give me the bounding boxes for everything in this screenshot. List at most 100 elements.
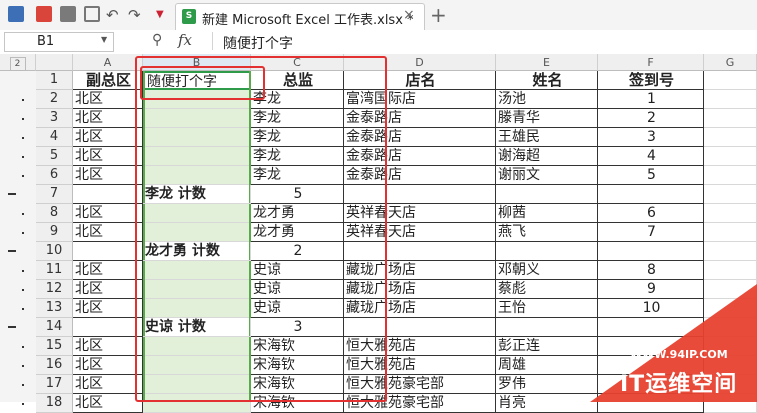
formula-input[interactable]: 随便打个字 xyxy=(212,32,753,52)
cell-empty[interactable] xyxy=(704,147,757,166)
row-header[interactable]: 18 xyxy=(36,394,73,413)
column-header-G[interactable]: G xyxy=(704,54,757,71)
cell-a[interactable]: 北区 xyxy=(73,356,143,375)
collapse-group-button[interactable] xyxy=(8,193,16,195)
cell-f[interactable]: 8 xyxy=(598,261,704,280)
cell-e[interactable]: 王雄民 xyxy=(496,128,598,147)
row-header[interactable]: 9 xyxy=(36,223,73,242)
cell-a[interactable]: 北区 xyxy=(73,280,143,299)
cell-e[interactable] xyxy=(496,185,598,204)
header-cell-a[interactable]: 副总区 xyxy=(73,71,143,90)
more-dropdown-icon[interactable]: ▼ xyxy=(156,9,172,25)
name-box[interactable]: B1 ▼ xyxy=(4,32,114,52)
cell-a[interactable] xyxy=(73,318,143,337)
cell-empty[interactable] xyxy=(704,166,757,185)
cell-b[interactable]: 李龙 计数 xyxy=(143,185,251,204)
header-cell-f[interactable]: 签到号 xyxy=(598,71,704,90)
new-tab-icon[interactable]: + xyxy=(430,3,447,27)
row-header[interactable]: 3 xyxy=(36,109,73,128)
watermark-brand: IT运维空间 xyxy=(620,372,738,397)
cell-e[interactable]: 柳茜 xyxy=(496,204,598,223)
close-tab-icon[interactable]: × xyxy=(403,7,415,23)
row-header[interactable]: 10 xyxy=(36,242,73,261)
search-icon[interactable]: ⚲ xyxy=(152,32,162,48)
cell-b[interactable]: 龙才勇 计数 xyxy=(143,242,251,261)
cell-a[interactable]: 北区 xyxy=(73,109,143,128)
row-header[interactable]: 4 xyxy=(36,128,73,147)
cell-empty[interactable] xyxy=(704,109,757,128)
cell-a[interactable]: 北区 xyxy=(73,261,143,280)
print-preview-icon[interactable] xyxy=(84,6,100,22)
column-header-F[interactable]: F xyxy=(598,54,704,71)
collapse-group-button[interactable] xyxy=(8,250,16,252)
cell-empty[interactable] xyxy=(704,128,757,147)
tab-workbook[interactable]: S 新建 Microsoft Excel 工作表.xlsx * × xyxy=(175,3,425,30)
save-icon[interactable] xyxy=(8,6,24,22)
row-header[interactable]: 12 xyxy=(36,280,73,299)
cell-f[interactable]: 3 xyxy=(598,128,704,147)
cell-a[interactable]: 北区 xyxy=(73,337,143,356)
cell-a[interactable]: 北区 xyxy=(73,223,143,242)
cell-a[interactable]: 北区 xyxy=(73,90,143,109)
cell-a[interactable]: 北区 xyxy=(73,147,143,166)
fx-icon[interactable]: fx xyxy=(178,31,192,49)
row-header[interactable]: 13 xyxy=(36,299,73,318)
cell-empty[interactable] xyxy=(704,242,757,261)
cell-a[interactable]: 北区 xyxy=(73,128,143,147)
cell-f[interactable]: 2 xyxy=(598,109,704,128)
cell-empty[interactable] xyxy=(704,261,757,280)
row-header[interactable]: 5 xyxy=(36,147,73,166)
outline-dot xyxy=(22,175,24,177)
row-header[interactable]: 11 xyxy=(36,261,73,280)
row-header[interactable]: 2 xyxy=(36,90,73,109)
cell-e[interactable]: 燕飞 xyxy=(496,223,598,242)
header-cell-e[interactable]: 姓名 xyxy=(496,71,598,90)
cell-a[interactable]: 北区 xyxy=(73,375,143,394)
select-all-corner[interactable] xyxy=(36,54,73,71)
cell-a[interactable]: 北区 xyxy=(73,299,143,318)
print-icon[interactable] xyxy=(60,6,76,22)
row-header[interactable]: 15 xyxy=(36,337,73,356)
cell-a[interactable] xyxy=(73,242,143,261)
cell-empty[interactable] xyxy=(704,204,757,223)
row-header[interactable]: 17 xyxy=(36,375,73,394)
cell-a[interactable]: 北区 xyxy=(73,204,143,223)
cell-a[interactable]: 北区 xyxy=(73,166,143,185)
cell-f[interactable]: 5 xyxy=(598,166,704,185)
cell-e[interactable]: 汤池 xyxy=(496,90,598,109)
row-header[interactable]: 16 xyxy=(36,356,73,375)
cell-f[interactable]: 4 xyxy=(598,147,704,166)
watermark-url: WWW.94IP.COM xyxy=(630,348,728,361)
cell-f[interactable] xyxy=(598,185,704,204)
outline-level-2-button[interactable]: 2 xyxy=(9,57,26,71)
row-header[interactable]: 6 xyxy=(36,166,73,185)
cell-e[interactable] xyxy=(496,242,598,261)
collapse-group-button[interactable] xyxy=(8,326,16,328)
cell-empty[interactable] xyxy=(704,185,757,204)
chevron-down-icon[interactable]: ▼ xyxy=(101,35,107,44)
row-header[interactable]: 1 xyxy=(36,71,73,90)
cell-e[interactable]: 谢海超 xyxy=(496,147,598,166)
cell-e[interactable]: 谢丽文 xyxy=(496,166,598,185)
cell-f[interactable]: 6 xyxy=(598,204,704,223)
cell-empty[interactable] xyxy=(704,90,757,109)
cell-a[interactable]: 北区 xyxy=(73,394,143,413)
cell-e[interactable]: 邓朝义 xyxy=(496,261,598,280)
export-pdf-icon[interactable] xyxy=(36,6,52,22)
row-header[interactable]: 14 xyxy=(36,318,73,337)
cell-f[interactable] xyxy=(598,242,704,261)
cell-empty[interactable] xyxy=(704,71,757,90)
row-header[interactable]: 7 xyxy=(36,185,73,204)
cell-empty[interactable] xyxy=(704,223,757,242)
cell-a[interactable] xyxy=(73,185,143,204)
cell-f[interactable]: 7 xyxy=(598,223,704,242)
column-header-A[interactable]: A xyxy=(73,54,143,71)
redo-icon[interactable]: ↷ xyxy=(128,6,144,24)
cell-b[interactable]: 史谅 计数 xyxy=(143,318,251,337)
row-header[interactable]: 8 xyxy=(36,204,73,223)
column-header-E[interactable]: E xyxy=(496,54,598,71)
outline-dot xyxy=(22,365,24,367)
undo-icon[interactable]: ↶ xyxy=(106,6,122,24)
cell-e[interactable]: 滕青华 xyxy=(496,109,598,128)
cell-f[interactable]: 1 xyxy=(598,90,704,109)
